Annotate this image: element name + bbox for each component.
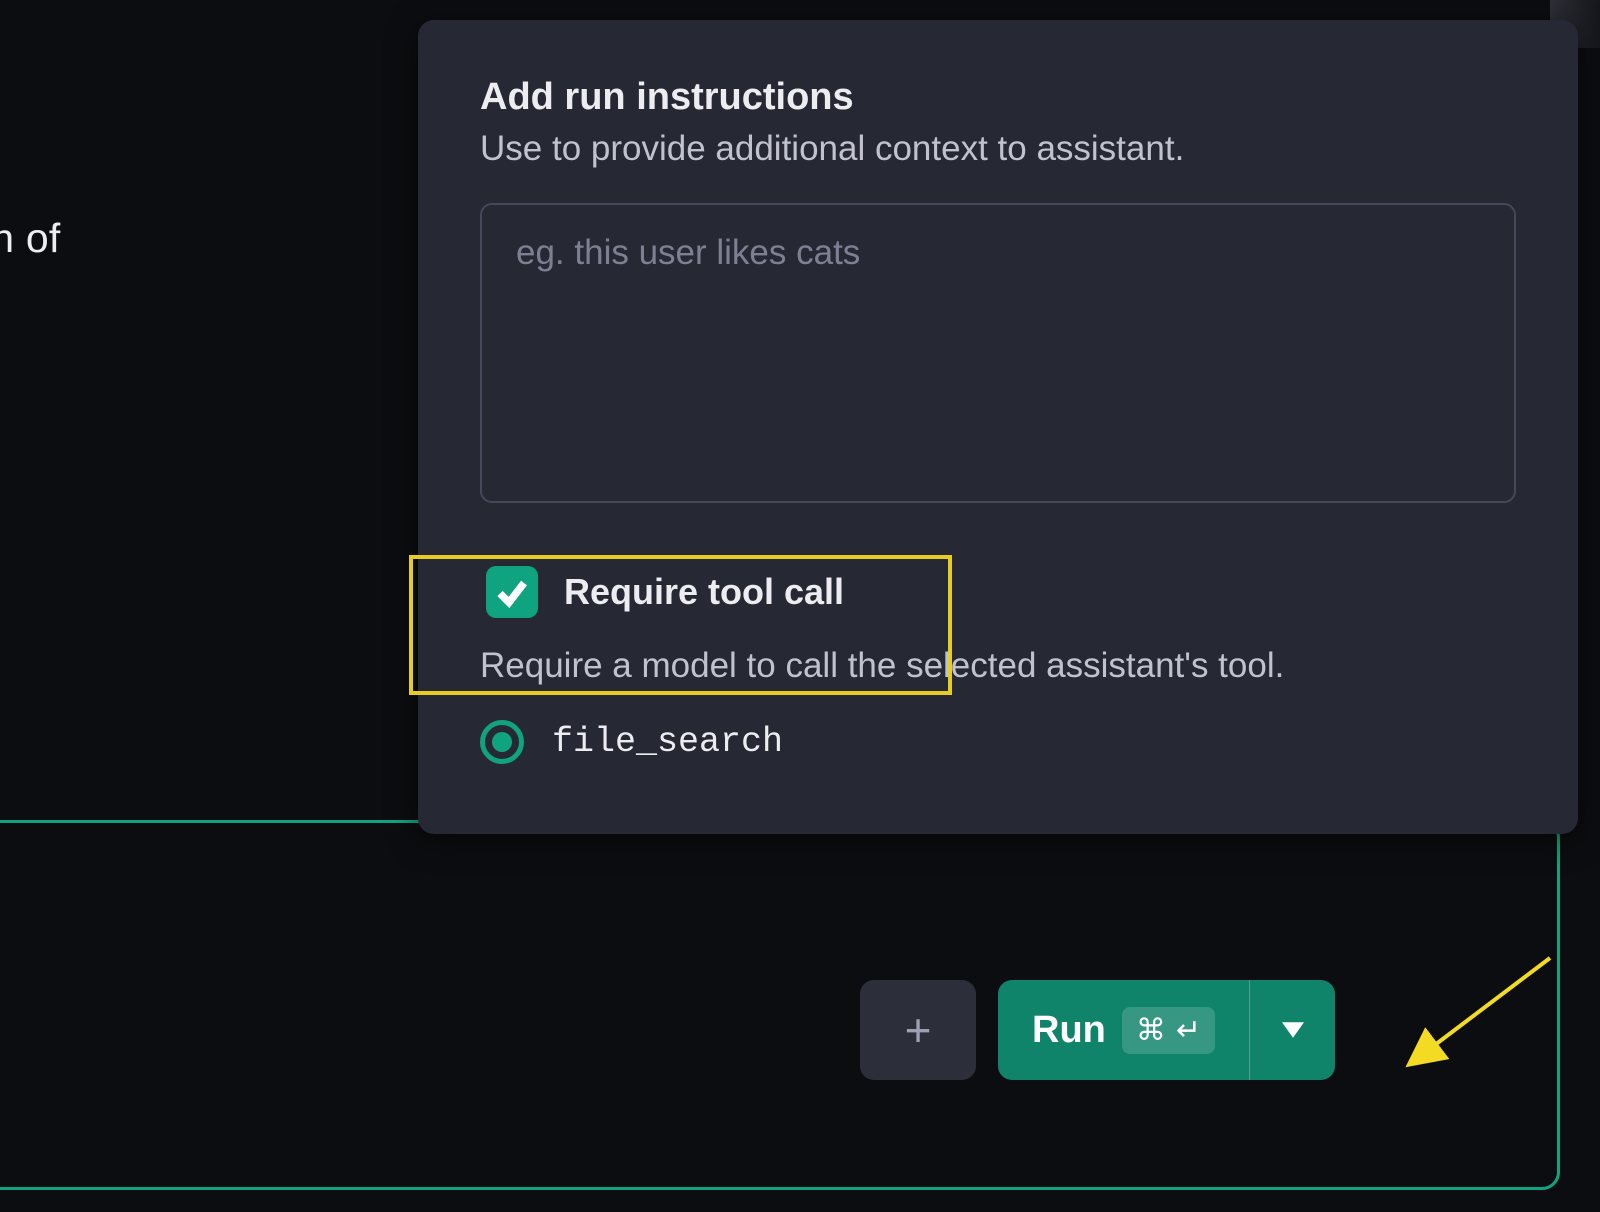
caret-down-icon (1282, 1022, 1304, 1038)
run-instructions-popover: Add run instructions Use to provide addi… (418, 20, 1578, 834)
require-tool-checkbox[interactable] (486, 566, 538, 618)
require-tool-label: Require tool call (564, 571, 844, 613)
popover-title: Add run instructions (480, 76, 1516, 119)
require-tool-description: Require a model to call the selected ass… (480, 646, 1516, 686)
cmd-key-icon: ⌘ (1136, 1013, 1166, 1048)
require-tool-row[interactable]: Require tool call (480, 556, 1516, 628)
enter-key-icon: ↵ (1176, 1013, 1201, 1048)
radio-dot-icon (492, 732, 512, 752)
popover-subtitle: Use to provide additional context to ass… (480, 129, 1516, 169)
tool-name-label: file_search (552, 722, 783, 762)
keyboard-shortcut-badge: ⌘ ↵ (1122, 1007, 1215, 1054)
chat-message-text: g price on 18th of (0, 215, 60, 262)
instructions-input[interactable] (480, 203, 1516, 503)
chat-action-bar: + Run ⌘ ↵ (860, 980, 1335, 1080)
tool-radio[interactable] (480, 720, 524, 764)
run-button[interactable]: Run ⌘ ↵ (998, 980, 1249, 1080)
plus-icon: + (905, 1003, 932, 1057)
run-options-dropdown[interactable] (1249, 980, 1335, 1080)
check-icon (494, 574, 530, 610)
run-button-group: Run ⌘ ↵ (998, 980, 1335, 1080)
tool-option-row[interactable]: file_search (480, 720, 1516, 764)
run-button-label: Run (1032, 1009, 1106, 1052)
add-button[interactable]: + (860, 980, 976, 1080)
